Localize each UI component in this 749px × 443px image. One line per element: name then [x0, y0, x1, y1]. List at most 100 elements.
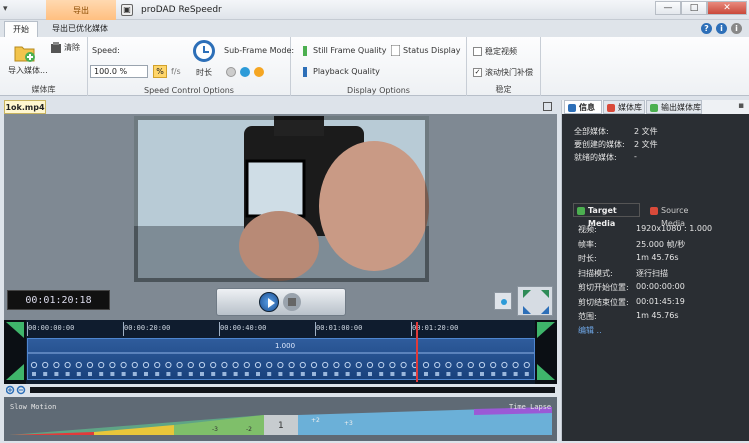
zoom-in-icon[interactable]	[6, 385, 28, 395]
keyframe-dot[interactable]	[277, 361, 284, 369]
playhead[interactable]	[415, 322, 418, 382]
tab-media-library[interactable]: 媒体库	[603, 100, 645, 114]
keyframe-dot[interactable]	[30, 361, 38, 369]
frame-marker	[435, 372, 440, 376]
tab-export-optimized[interactable]: 导出已优化媒体	[44, 21, 116, 37]
ruler-mark: 00:00:00:00	[28, 324, 75, 332]
keyframe-dot[interactable]	[456, 361, 463, 369]
in-marker-icon[interactable]	[4, 320, 26, 384]
panel-maximize-icon[interactable]	[543, 102, 552, 111]
keyframe-dot[interactable]	[98, 361, 105, 369]
tab-info[interactable]: 信息	[564, 100, 602, 114]
edit-link[interactable]: 编辑 ..	[578, 325, 602, 336]
keyframe-dot[interactable]	[400, 361, 407, 369]
info-icon[interactable]: i	[716, 23, 727, 34]
keyframe-dot[interactable]	[142, 361, 150, 369]
stop-button[interactable]	[283, 293, 301, 311]
duration-clock-icon[interactable]	[193, 40, 215, 62]
status-display-dropdown[interactable]: Status Display	[403, 46, 461, 55]
tab-output-library[interactable]: 输出媒体库	[646, 100, 702, 114]
frame-marker	[32, 372, 36, 376]
keyframe-dot[interactable]	[478, 361, 486, 369]
keyframe-dot[interactable]	[523, 361, 530, 369]
keyframe-dot[interactable]	[198, 361, 206, 369]
keyframe-dot[interactable]	[210, 361, 217, 369]
close-button[interactable]: ✕	[707, 1, 747, 15]
frame-marker	[390, 372, 395, 376]
tab-target-media[interactable]: Target Media	[573, 203, 640, 228]
keyframe-dot[interactable]	[64, 361, 71, 369]
keyframe-dot[interactable]	[333, 361, 340, 369]
keyframe-dot[interactable]	[53, 361, 60, 369]
view-mode-button[interactable]	[517, 286, 553, 316]
clear-button[interactable]: 清除	[64, 42, 80, 53]
tab-source-media[interactable]: Source Media	[646, 203, 716, 228]
keyframe-dot[interactable]	[501, 361, 508, 369]
stabilize-video-checkbox[interactable]	[473, 47, 482, 56]
keyframe-dot[interactable]	[266, 361, 273, 369]
keyframe-dot[interactable]	[445, 361, 452, 369]
keyframe-dot[interactable]	[378, 361, 385, 369]
context-tab-export[interactable]: 导出	[46, 0, 116, 20]
keyframe-dot[interactable]	[131, 361, 138, 369]
keyframe-dot[interactable]	[165, 361, 172, 369]
keyframe-dot[interactable]	[344, 361, 351, 369]
keyframe-dot[interactable]	[467, 361, 474, 369]
keyframe-dot[interactable]	[512, 361, 519, 369]
keyframe-dot[interactable]	[232, 361, 239, 369]
keyframe-dot[interactable]	[422, 361, 430, 369]
zoom-scrollbar[interactable]	[30, 387, 555, 393]
keyframe-dot[interactable]	[120, 361, 127, 369]
keyframe-dot[interactable]	[434, 361, 441, 369]
panel-options-icon[interactable]: ▪	[738, 101, 744, 111]
file-tab[interactable]: 1ok.mp4	[4, 100, 46, 114]
frame-marker	[524, 372, 529, 376]
keyframe-dot[interactable]	[42, 361, 49, 369]
keyframe-dot[interactable]	[366, 361, 374, 369]
quick-access-menu-icon[interactable]: ▾	[3, 4, 8, 14]
help-icon[interactable]: ?	[701, 23, 712, 34]
keyframe-dot[interactable]	[299, 361, 306, 369]
frame-marker	[177, 372, 182, 376]
video-frame[interactable]	[134, 116, 429, 282]
subframe-off-radio[interactable]	[226, 67, 236, 77]
loop-button[interactable]	[494, 292, 512, 310]
keyframe-dot[interactable]	[355, 361, 362, 369]
keyframe-dot[interactable]	[75, 361, 82, 369]
rolling-shutter-checkbox[interactable]: ✓	[473, 68, 482, 77]
keyframe-dot[interactable]	[490, 361, 497, 369]
time-lapse-label: Time Lapse	[509, 403, 552, 411]
keyframe-dot[interactable]	[187, 361, 194, 369]
frame-marker	[121, 372, 126, 376]
subframe-blend-radio[interactable]	[240, 67, 250, 77]
tab-home[interactable]: 开始	[4, 21, 38, 37]
play-button[interactable]	[259, 292, 279, 312]
frame-marker	[300, 372, 305, 376]
import-media-button[interactable]: 导入媒体...	[8, 65, 48, 76]
about-icon[interactable]: i	[731, 23, 742, 34]
playback-quality-dropdown[interactable]: Playback Quality	[313, 67, 380, 76]
keyframe-dot[interactable]	[221, 361, 228, 369]
maximize-button[interactable]: □	[681, 1, 707, 15]
keyframe-dot[interactable]	[254, 361, 262, 369]
still-quality-dropdown[interactable]: Still Frame Quality	[313, 46, 386, 55]
keyframe-dot[interactable]	[86, 361, 94, 369]
subframe-add-radio[interactable]	[254, 67, 264, 77]
speed-curve-editor[interactable]: Slow Motion Time Lapse 1 -2 -3 +2 +3	[4, 397, 557, 441]
timeline-ruler[interactable]: 00:00:00:00 00:00:20:00 00:00:40:00 00:01:0…	[27, 322, 535, 336]
clip-speed-track[interactable]: 1.000	[27, 338, 535, 380]
keyframe-dot[interactable]	[109, 361, 116, 369]
keyframe-dot[interactable]	[176, 361, 183, 369]
fps-button[interactable]: f/s	[171, 67, 181, 76]
minimize-button[interactable]: —	[655, 1, 681, 15]
keyframe-dot[interactable]	[389, 361, 396, 369]
frame-marker	[356, 372, 361, 376]
keyframe-dot[interactable]	[310, 361, 318, 369]
keyframe-dot[interactable]	[288, 361, 295, 369]
keyframe-dot[interactable]	[154, 361, 161, 369]
speed-input[interactable]: 100.0 %	[90, 65, 148, 78]
keyframe-dot[interactable]	[322, 361, 329, 369]
percent-button[interactable]: %	[153, 65, 167, 78]
keyframe-dot[interactable]	[243, 361, 250, 369]
out-marker-icon[interactable]	[535, 320, 557, 384]
